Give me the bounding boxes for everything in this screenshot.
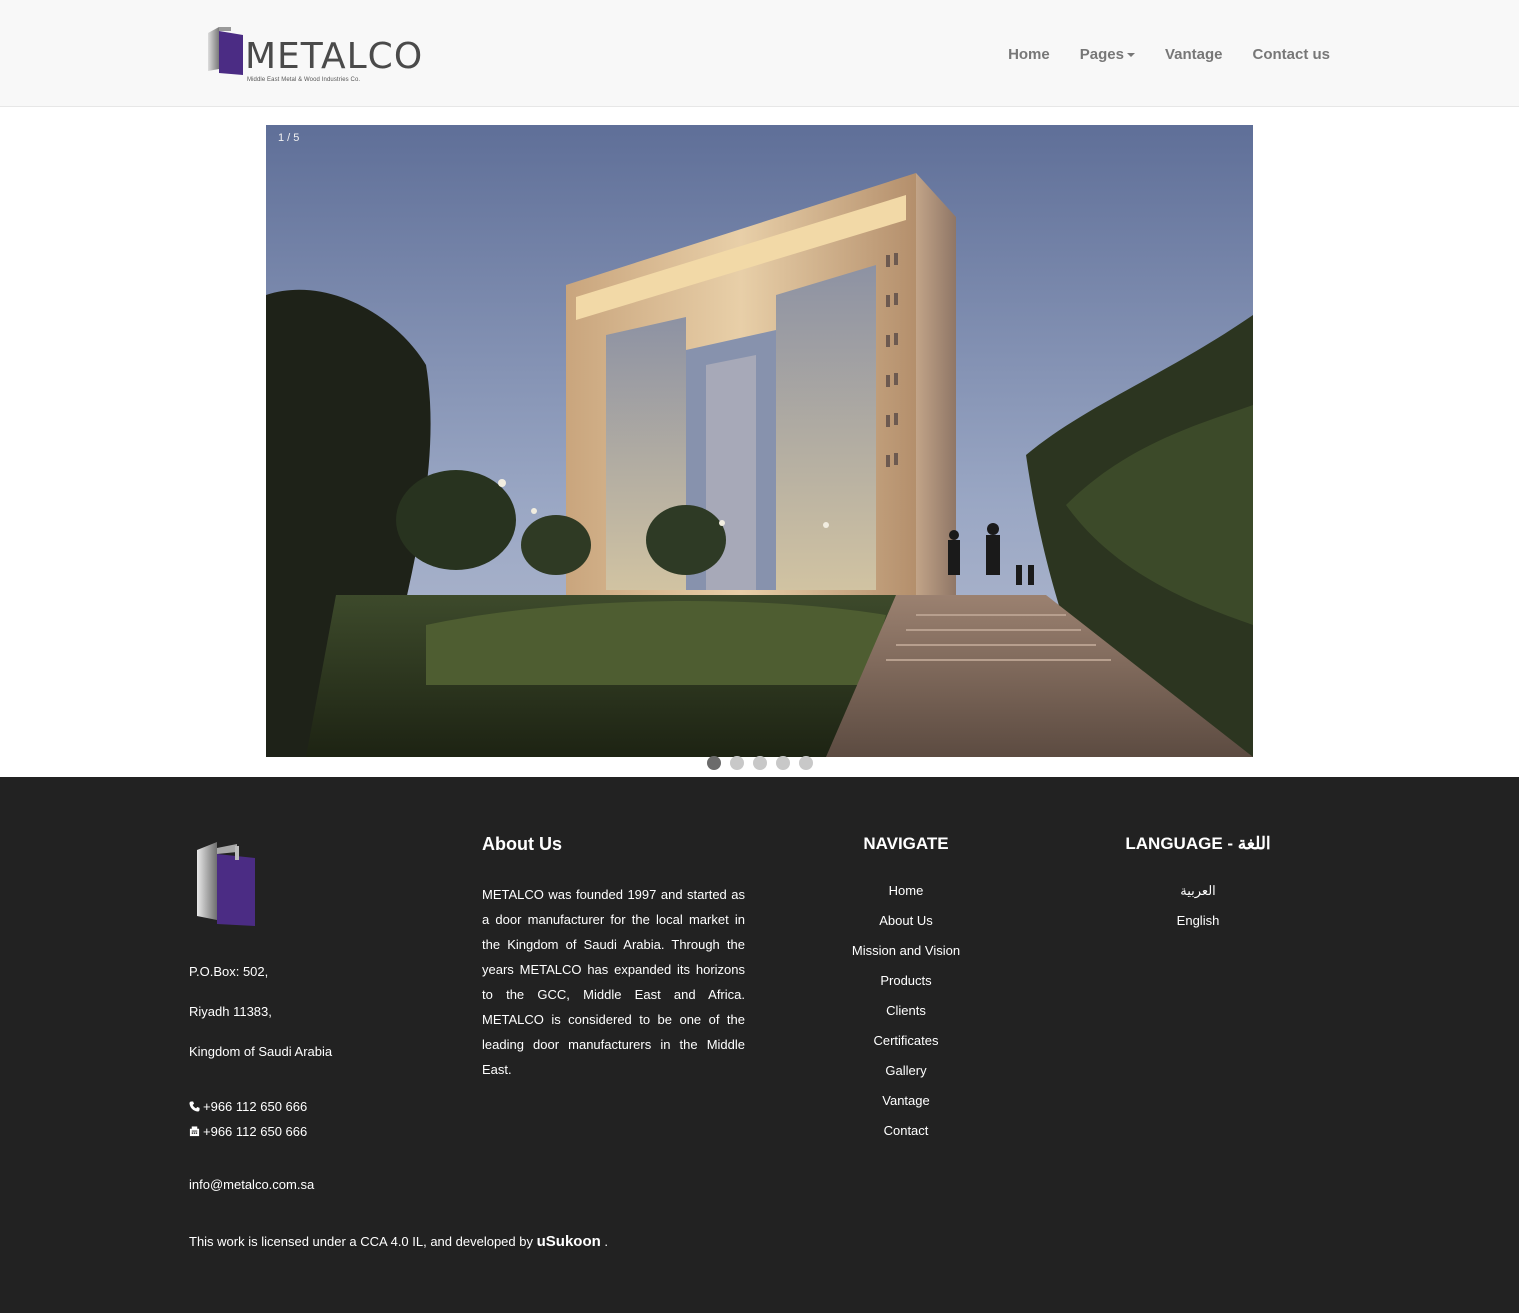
language-title: LANGUAGE - اللغة <box>1125 834 1271 853</box>
email-link[interactable]: info@metalco.com.sa <box>189 1176 314 1194</box>
footer-nav-about-us[interactable]: About Us <box>806 911 1006 941</box>
about-us-text: METALCO was founded 1997 and started as … <box>482 887 745 1077</box>
fax-icon <box>189 1126 200 1137</box>
about-us-title: About Us <box>482 834 562 854</box>
slider-dot-4[interactable] <box>776 756 790 770</box>
fax-number: +966 112 650 666 <box>203 1124 308 1139</box>
navigate-title: NAVIGATE <box>863 834 949 853</box>
slider-pagination <box>0 756 1519 770</box>
nav-contact-us[interactable]: Contact us <box>1252 44 1330 66</box>
footer-nav-mission-vision[interactable]: Mission and Vision <box>806 941 1006 971</box>
nav-pages-dropdown[interactable]: Pages <box>1080 44 1135 66</box>
license-notice: This work is licensed under a CCA 4.0 IL… <box>189 1233 608 1250</box>
slide-image-building <box>266 125 1253 757</box>
language-list: العربية English <box>1098 881 1298 941</box>
license-text: This work is licensed under a CCA 4.0 IL… <box>189 1234 533 1249</box>
address-pobox: P.O.Box: 502, <box>189 964 269 979</box>
developer-link[interactable]: uSukoon <box>537 1233 601 1250</box>
hero-slider[interactable]: 1 / 5 <box>266 125 1253 757</box>
license-end: . <box>604 1234 609 1249</box>
language-english[interactable]: English <box>1098 911 1298 941</box>
footer-nav-list: Home About Us Mission and Vision Product… <box>806 881 1006 1151</box>
address-city: Riyadh 11383, <box>189 1004 272 1019</box>
footer-nav-home[interactable]: Home <box>806 881 1006 911</box>
footer-nav-clients[interactable]: Clients <box>806 1001 1006 1031</box>
phone-icon <box>189 1101 200 1112</box>
navbar: METALCO Middle East Metal & Wood Industr… <box>0 0 1519 107</box>
door-logo-icon <box>208 27 243 75</box>
footer-nav-certificates[interactable]: Certificates <box>806 1031 1006 1061</box>
phone-number: +966 112 650 666 <box>203 1099 308 1114</box>
footer-door-logo-icon <box>197 842 255 926</box>
footer-nav-contact[interactable]: Contact <box>806 1121 1006 1151</box>
nav-home[interactable]: Home <box>1008 44 1050 66</box>
brand-wordmark: METALCO <box>245 36 424 77</box>
slide-counter: 1 / 5 <box>278 132 300 144</box>
slider-dot-2[interactable] <box>730 756 744 770</box>
address-country: Kingdom of Saudi Arabia <box>189 1044 333 1059</box>
nav-pages-label: Pages <box>1079 46 1124 63</box>
footer-nav-gallery[interactable]: Gallery <box>806 1061 1006 1091</box>
fax-line: +966 112 650 666 <box>189 1123 307 1141</box>
language-arabic[interactable]: العربية <box>1098 881 1298 911</box>
footer: P.O.Box: 502, Riyadh 11383, Kingdom of S… <box>0 777 1519 1313</box>
footer-nav-products[interactable]: Products <box>806 971 1006 1001</box>
brand-tagline: Middle East Metal & Wood Industries Co. <box>247 77 361 83</box>
slider-dot-3[interactable] <box>753 756 767 770</box>
caret-down-icon <box>1126 53 1135 58</box>
brand-logo[interactable]: METALCO Middle East Metal & Wood Industr… <box>207 25 422 87</box>
slider-dot-1[interactable] <box>707 756 721 770</box>
nav-vantage[interactable]: Vantage <box>1165 44 1223 66</box>
phone-line: +966 112 650 666 <box>189 1098 307 1116</box>
footer-nav-vantage[interactable]: Vantage <box>806 1091 1006 1121</box>
slider-dot-5[interactable] <box>799 756 813 770</box>
main-nav: Home Pages Vantage Contact us <box>1008 44 1330 66</box>
